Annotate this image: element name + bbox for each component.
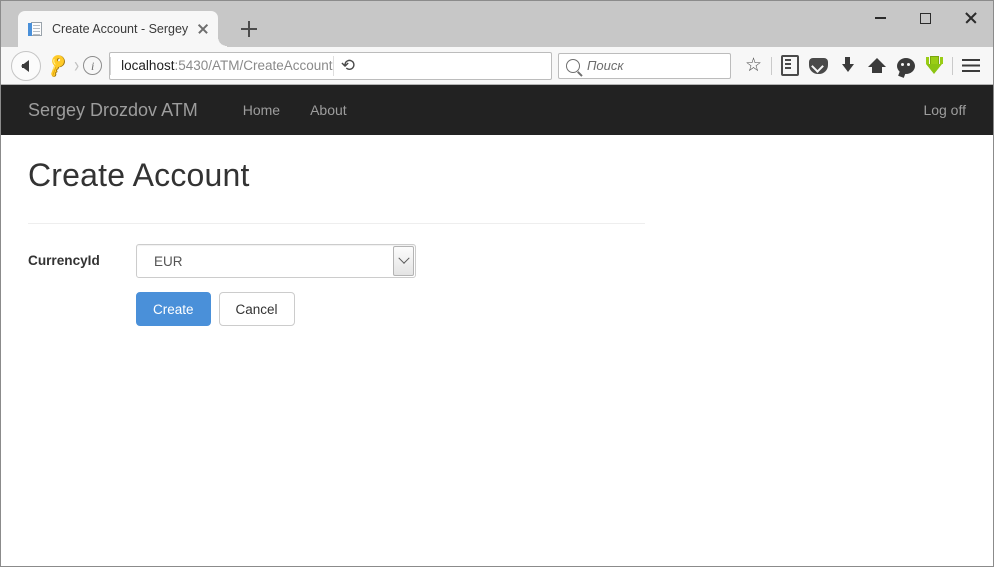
site-navbar: Sergey Drozdov ATM Home About Log off xyxy=(1,85,993,135)
window-controls xyxy=(858,1,993,35)
back-arrow-icon[interactable] xyxy=(11,50,41,81)
toolbar-icons: ☆ xyxy=(739,51,985,81)
search-icon xyxy=(566,58,580,73)
url-bar[interactable]: localhost:5430/ATM/CreateAccount ⟳ xyxy=(109,51,552,80)
url-text: localhost:5430/ATM/CreateAccount xyxy=(111,58,332,73)
breadcrumb-chevron-icon: › xyxy=(74,53,80,78)
reload-icon[interactable]: ⟳ xyxy=(332,55,364,76)
create-button[interactable]: Create xyxy=(136,292,211,326)
home-icon[interactable] xyxy=(862,51,891,81)
chevron-down-icon[interactable] xyxy=(393,246,414,276)
nav-link-about[interactable]: About xyxy=(295,102,362,118)
minimize-icon[interactable] xyxy=(858,1,903,35)
search-input[interactable]: Поиск xyxy=(587,58,624,73)
hamburger-menu-icon[interactable] xyxy=(956,51,985,81)
currency-selected-value: EUR xyxy=(154,253,183,269)
page-container: Create Account CurrencyId EUR Create Can… xyxy=(1,157,993,326)
cancel-button[interactable]: Cancel xyxy=(218,292,295,326)
form-actions: Create Cancel xyxy=(136,292,966,326)
maximize-icon[interactable] xyxy=(903,1,948,35)
key-icon[interactable]: 🔑 xyxy=(44,52,71,78)
url-host: localhost xyxy=(121,58,175,73)
star-icon[interactable]: ☆ xyxy=(739,51,768,81)
title-divider xyxy=(28,223,645,224)
tab-title: Create Account - Sergey D... xyxy=(52,22,190,36)
pocket-icon[interactable] xyxy=(804,51,833,81)
info-icon[interactable]: i xyxy=(83,56,103,75)
search-bar[interactable]: Поиск xyxy=(558,52,731,79)
toolbar-divider xyxy=(771,56,772,75)
chat-icon[interactable] xyxy=(891,51,920,81)
page-title: Create Account xyxy=(28,157,250,193)
currency-label: CurrencyId xyxy=(28,253,100,268)
site-brand[interactable]: Sergey Drozdov ATM xyxy=(28,100,198,121)
close-icon[interactable] xyxy=(194,20,212,38)
document-icon xyxy=(28,21,44,37)
page-viewport: Sergey Drozdov ATM Home About Log off Cr… xyxy=(1,85,993,566)
url-path: :5430/ATM/CreateAccount xyxy=(174,58,333,73)
browser-window: Create Account - Sergey D... 🔑 › i local… xyxy=(0,0,994,567)
form-row-currency: CurrencyId EUR xyxy=(28,244,966,278)
nav-link-log-off[interactable]: Log off xyxy=(923,102,981,118)
download-manager-icon[interactable] xyxy=(920,51,949,81)
currency-select[interactable]: EUR xyxy=(136,244,416,278)
browser-tab[interactable]: Create Account - Sergey D... xyxy=(18,11,227,47)
reading-list-icon[interactable] xyxy=(775,51,804,81)
tab-strip: Create Account - Sergey D... xyxy=(1,1,993,47)
plus-icon[interactable] xyxy=(234,14,264,44)
browser-toolbar: 🔑 › i localhost:5430/ATM/CreateAccount ⟳… xyxy=(1,47,993,85)
downloads-icon[interactable] xyxy=(833,51,862,81)
toolbar-divider xyxy=(952,56,953,75)
nav-link-home[interactable]: Home xyxy=(228,102,295,118)
close-icon[interactable] xyxy=(948,1,993,35)
